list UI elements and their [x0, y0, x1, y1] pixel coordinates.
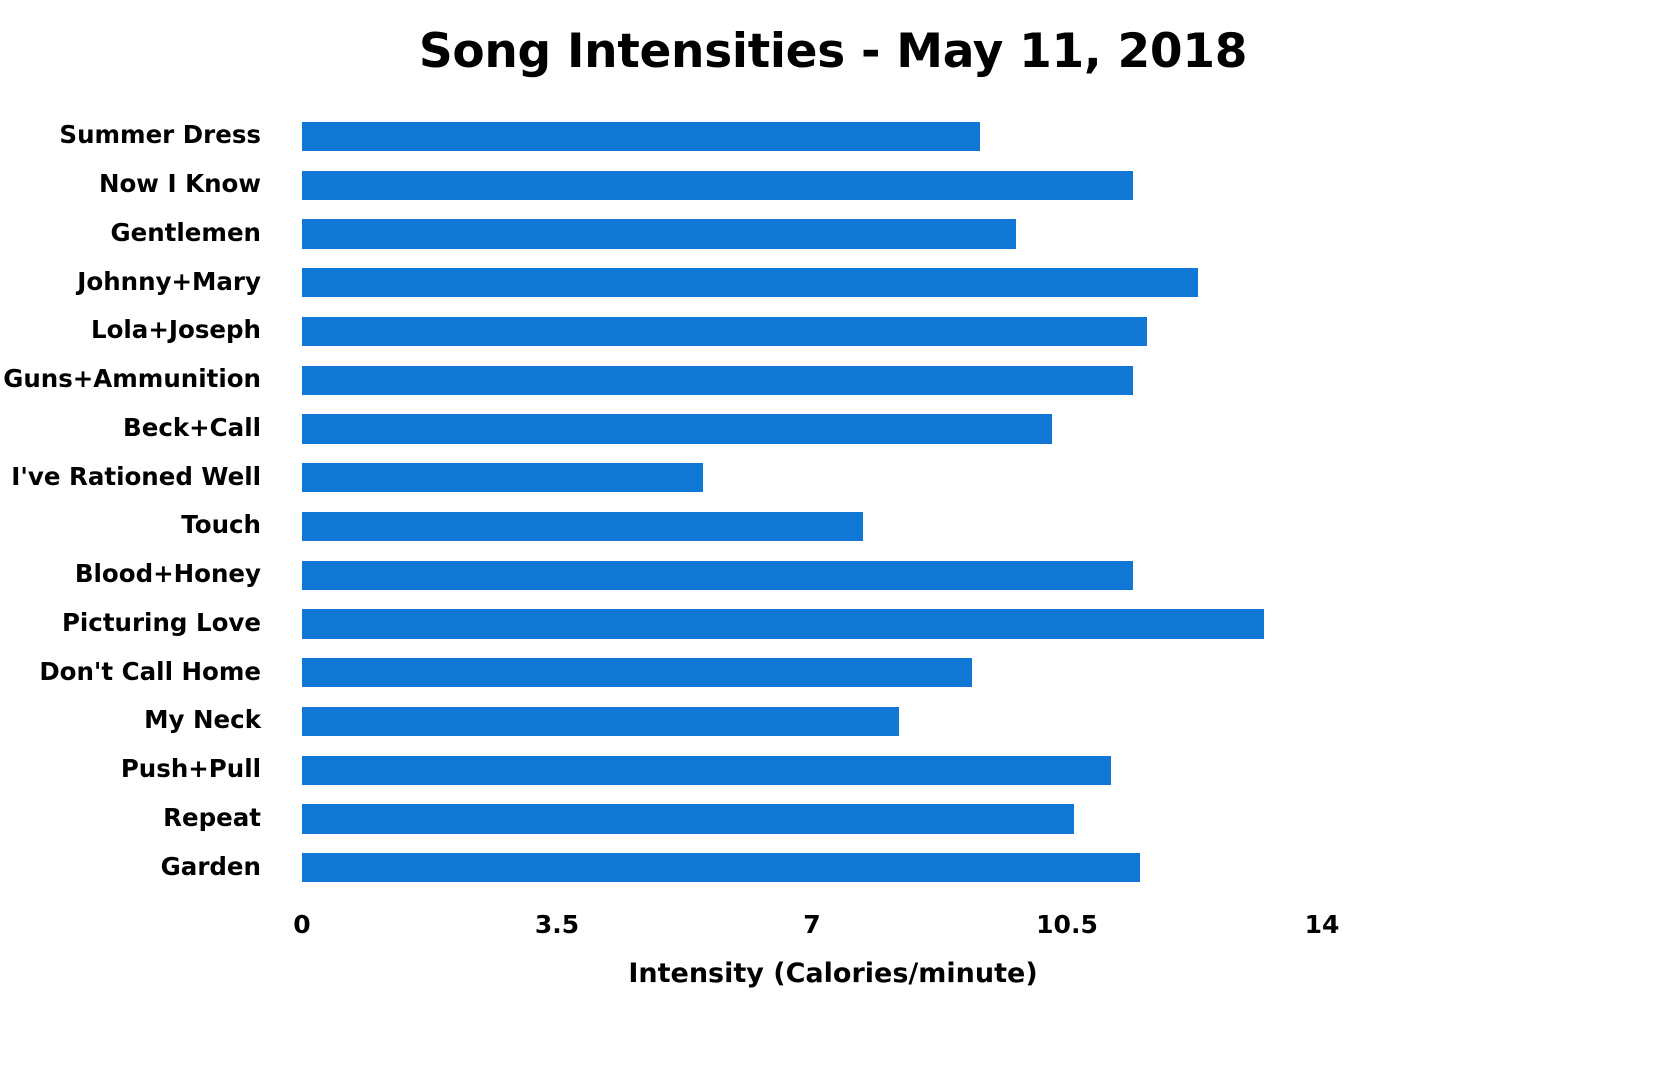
bar[interactable] [302, 755, 1111, 785]
bar[interactable] [302, 219, 1016, 249]
y-axis-tick-label: Johnny+Mary [77, 266, 261, 296]
x-axis-title: Intensity (Calories/minute) [628, 958, 1038, 989]
bar-chart: Song Intensities - May 11, 2018 Summer D… [0, 0, 1666, 1080]
y-axis-tick-label: Blood+Honey [74, 559, 261, 589]
bar-row [302, 414, 1322, 444]
y-axis-tick-label: Push+Pull [120, 754, 261, 784]
x-axis-tick-label: 0 [293, 910, 311, 939]
chart-title: Song Intensities - May 11, 2018 [418, 24, 1248, 79]
bar[interactable] [302, 414, 1053, 444]
bar-row [302, 219, 1322, 249]
y-axis-tick-label: My Neck [144, 705, 261, 735]
bar-row [302, 755, 1322, 785]
bar-row [302, 365, 1322, 395]
bar[interactable] [302, 463, 703, 493]
bar[interactable] [302, 560, 1133, 590]
bar-row [302, 463, 1322, 493]
x-axis-tick-label: 7 [803, 910, 821, 939]
y-axis-tick-label: Lola+Joseph [90, 315, 261, 345]
bar[interactable] [302, 365, 1133, 395]
x-axis-tick-label: 3.5 [534, 910, 580, 939]
y-axis-tick-label: Now I Know [98, 169, 261, 199]
bar-row [302, 706, 1322, 736]
bar[interactable] [302, 609, 1264, 639]
y-axis-tick-label: Repeat [163, 802, 261, 832]
bar-row [302, 316, 1322, 346]
x-axis-tick-label: 14 [1304, 910, 1340, 939]
bar-row [302, 853, 1322, 883]
bar[interactable] [302, 804, 1075, 834]
bar[interactable] [302, 658, 973, 688]
bar-row [302, 121, 1322, 151]
bar-row [302, 268, 1322, 298]
bar-row [302, 170, 1322, 200]
y-axis-tick-labels: Summer Dress Now I Know Gentlemen Johnny+Ma… [0, 112, 283, 892]
bar[interactable] [302, 511, 863, 541]
plot-area [302, 112, 1322, 892]
y-axis-tick-label: Gentlemen [110, 217, 261, 247]
y-axis-tick-label: Guns+Ammunition [3, 364, 261, 394]
bar[interactable] [302, 316, 1148, 346]
bar-row [302, 658, 1322, 688]
bar[interactable] [302, 706, 900, 736]
bar[interactable] [302, 121, 980, 151]
y-axis-tick-label: Picturing Love [61, 607, 261, 637]
y-axis-tick-label: Don't Call Home [39, 656, 261, 686]
bar[interactable] [302, 170, 1133, 200]
bar-row [302, 804, 1322, 834]
y-axis-tick-label: I've Rationed Well [11, 461, 261, 491]
y-axis-tick-label: Summer Dress [59, 120, 261, 150]
x-axis-tick-label: 10.5 [1036, 910, 1098, 939]
bar[interactable] [302, 853, 1140, 883]
y-axis-tick-label: Touch [181, 510, 261, 540]
y-axis-tick-label: Beck+Call [123, 412, 261, 442]
bar[interactable] [302, 268, 1199, 298]
bar-row [302, 560, 1322, 590]
bar-row [302, 609, 1322, 639]
y-axis-tick-label: Garden [160, 851, 261, 881]
x-axis-tick-labels: 0 3.5 7 10.5 14 [0, 910, 1666, 950]
bar-row [302, 511, 1322, 541]
